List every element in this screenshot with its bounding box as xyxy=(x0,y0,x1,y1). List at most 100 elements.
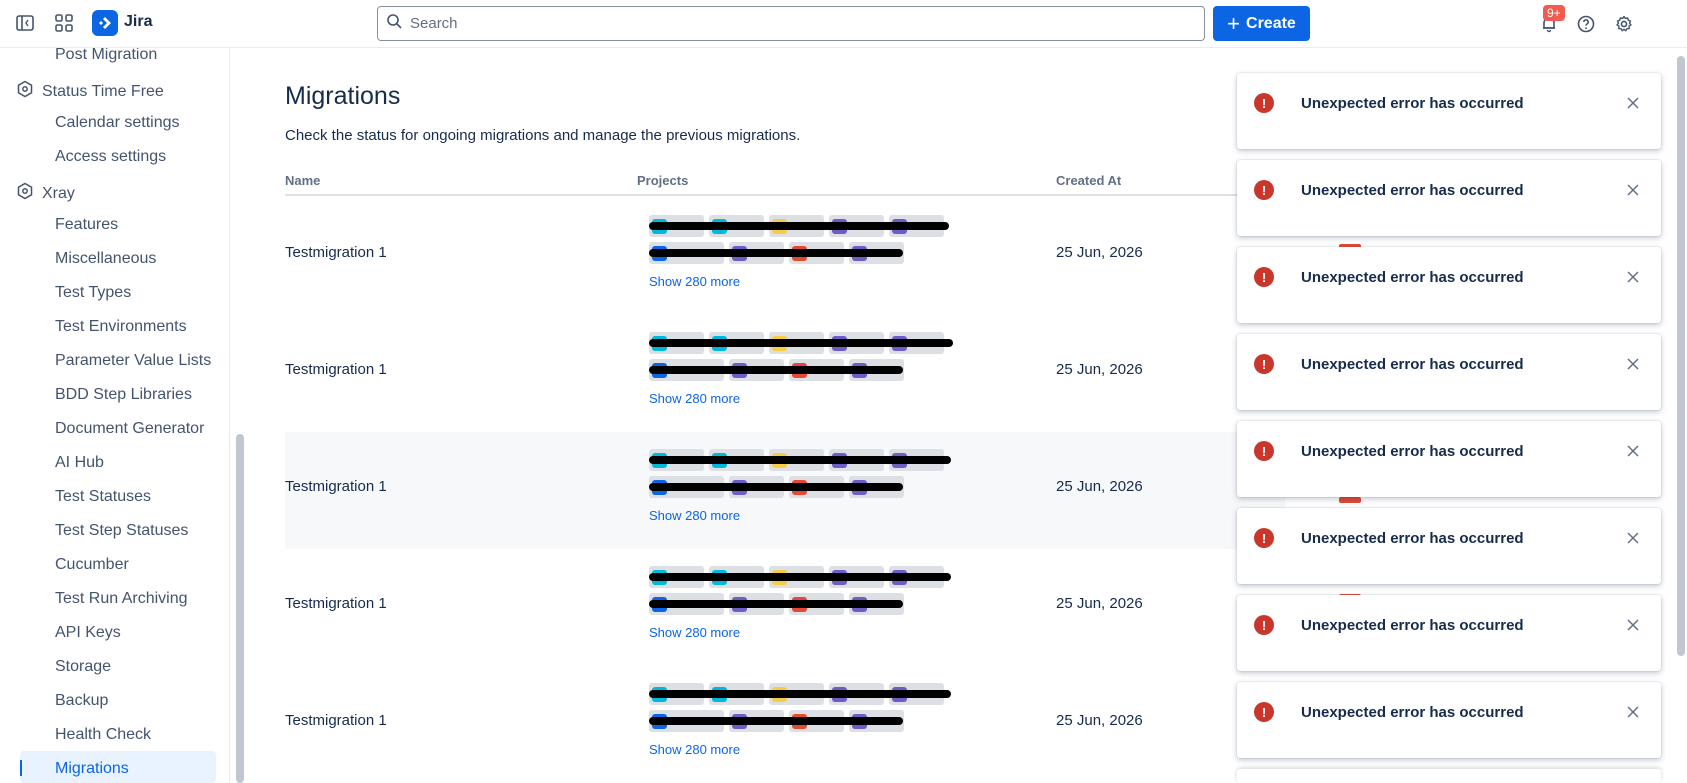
sidebar-item-backup[interactable]: Backup xyxy=(55,692,108,710)
column-header-projects[interactable]: Projects xyxy=(637,173,688,188)
project-chips xyxy=(649,683,951,737)
error-flag: ! Unexpected error has occurred xyxy=(1237,421,1661,497)
sidebar-item-bdd-step-libraries[interactable]: BDD Step Libraries xyxy=(55,386,192,404)
close-icon[interactable] xyxy=(1621,526,1645,550)
redaction-mark xyxy=(649,339,953,347)
redaction-mark xyxy=(649,366,903,374)
error-flag: ! Unexpected error has occurred xyxy=(1237,334,1661,410)
notification-badge: 9+ xyxy=(1543,5,1565,21)
redaction-mark xyxy=(649,573,951,581)
sidebar-group-status-time-free[interactable]: Status Time Free xyxy=(16,80,164,103)
error-message: Unexpected error has occurred xyxy=(1301,182,1524,199)
sidebar-item-parameter-value-lists[interactable]: Parameter Value Lists xyxy=(55,352,211,370)
table-row[interactable]: Testmigration 1 Show 280 more 25 Jun, 20… xyxy=(285,432,1285,549)
show-more-link[interactable]: Show 280 more xyxy=(649,742,740,757)
error-icon: ! xyxy=(1254,180,1274,200)
redaction-mark xyxy=(649,717,903,725)
error-flag: ! Unexpected error has occurred xyxy=(1237,508,1661,584)
sidebar-item-miscellaneous[interactable]: Miscellaneous xyxy=(55,250,156,268)
page-description: Check the status for ongoing migrations … xyxy=(285,127,801,144)
migration-name[interactable]: Testmigration 1 xyxy=(285,478,387,495)
sidebar-item-post-migration[interactable]: Post Migration xyxy=(55,48,157,64)
table-row[interactable]: Testmigration 1 Show 280 more 25 Jun, 20… xyxy=(285,198,1285,315)
project-chips xyxy=(649,566,951,620)
close-icon[interactable] xyxy=(1621,265,1645,289)
app-hexagon-icon xyxy=(16,182,34,205)
close-icon[interactable] xyxy=(1621,439,1645,463)
close-icon[interactable] xyxy=(1621,91,1645,115)
column-header-name[interactable]: Name xyxy=(285,173,320,188)
error-flag: ! Unexpected error has occurred xyxy=(1237,595,1661,671)
close-icon[interactable] xyxy=(1621,352,1645,376)
error-icon: ! xyxy=(1254,528,1274,548)
app-switcher-icon[interactable] xyxy=(50,9,78,37)
sidebar-item-document-generator[interactable]: Document Generator xyxy=(55,420,204,438)
show-more-link[interactable]: Show 280 more xyxy=(649,625,740,640)
app-name[interactable]: Jira xyxy=(124,13,152,31)
jira-logo-icon[interactable] xyxy=(92,10,118,36)
redaction-mark xyxy=(649,456,951,464)
sidebar-item-storage[interactable]: Storage xyxy=(55,658,111,676)
error-message: Unexpected error has occurred xyxy=(1301,95,1524,112)
sidebar-item-test-step-statuses[interactable]: Test Step Statuses xyxy=(55,522,188,540)
sidebar-item-features[interactable]: Features xyxy=(55,216,118,234)
sidebar-active-indicator xyxy=(20,760,22,776)
error-flag: ! Unexpected error has occurred xyxy=(1237,73,1661,149)
sidebar-item-cucumber[interactable]: Cucumber xyxy=(55,556,129,574)
created-at: 25 Jun, 2026 xyxy=(1056,478,1143,495)
error-icon: ! xyxy=(1254,93,1274,113)
error-message: Unexpected error has occurred xyxy=(1301,443,1524,460)
main-content: Migrations Check the status for ongoing … xyxy=(248,48,1687,783)
show-more-link[interactable]: Show 280 more xyxy=(649,508,740,523)
table-row[interactable]: Testmigration 1 Show 280 more 25 Jun, 20… xyxy=(285,315,1285,432)
sidebar-group-label: Xray xyxy=(42,184,75,202)
migration-name[interactable]: Testmigration 1 xyxy=(285,595,387,612)
redaction-mark xyxy=(649,483,903,491)
column-header-created-at[interactable]: Created At xyxy=(1056,173,1121,188)
sidebar-item-test-run-archiving[interactable]: Test Run Archiving xyxy=(55,590,188,608)
create-button-label: Create xyxy=(1246,14,1296,32)
error-icon: ! xyxy=(1254,267,1274,287)
help-icon[interactable] xyxy=(1572,10,1600,38)
show-more-link[interactable]: Show 280 more xyxy=(649,391,740,406)
create-button[interactable]: + Create xyxy=(1213,6,1310,41)
sidebar-group-xray[interactable]: Xray xyxy=(16,182,75,205)
redaction-mark xyxy=(649,222,949,230)
project-chips xyxy=(649,215,949,269)
sidebar-item-test-statuses[interactable]: Test Statuses xyxy=(55,488,151,506)
migration-name[interactable]: Testmigration 1 xyxy=(285,244,387,261)
settings-gear-icon[interactable] xyxy=(1610,10,1638,38)
search-box[interactable] xyxy=(377,6,1205,41)
table-row[interactable]: Testmigration 1 Show 280 more 25 Jun, 20… xyxy=(285,666,1285,783)
sidebar-item-health-check[interactable]: Health Check xyxy=(55,726,151,744)
close-icon[interactable] xyxy=(1621,700,1645,724)
sidebar-item-api-keys[interactable]: API Keys xyxy=(55,624,121,642)
sidebar-group-label: Status Time Free xyxy=(42,82,164,100)
table-row[interactable]: Testmigration 1 Show 280 more 25 Jun, 20… xyxy=(285,549,1285,666)
sidebar-item-test-environments[interactable]: Test Environments xyxy=(55,318,187,336)
close-icon[interactable] xyxy=(1621,613,1645,637)
error-message: Unexpected error has occurred xyxy=(1301,617,1524,634)
sidebar-item-test-types[interactable]: Test Types xyxy=(55,284,131,302)
migration-name[interactable]: Testmigration 1 xyxy=(285,712,387,729)
sidebar-item-ai-hub[interactable]: AI Hub xyxy=(55,454,104,472)
migration-name[interactable]: Testmigration 1 xyxy=(285,361,387,378)
table-header-divider xyxy=(285,194,1285,196)
error-message: Unexpected error has occurred xyxy=(1301,530,1524,547)
show-more-link[interactable]: Show 280 more xyxy=(649,274,740,289)
error-message: Unexpected error has occurred xyxy=(1301,356,1524,373)
sidebar-item-access-settings[interactable]: Access settings xyxy=(55,148,166,166)
sidebar-item-migrations[interactable]: Migrations xyxy=(55,760,129,778)
created-at: 25 Jun, 2026 xyxy=(1056,361,1143,378)
plus-icon: + xyxy=(1227,10,1241,36)
sidebar-toggle-icon[interactable] xyxy=(11,9,39,37)
redaction-mark xyxy=(649,249,903,257)
page-scrollbar[interactable] xyxy=(1677,56,1685,656)
created-at: 25 Jun, 2026 xyxy=(1056,244,1143,261)
sidebar-item-calendar-settings[interactable]: Calendar settings xyxy=(55,114,180,132)
search-input[interactable] xyxy=(410,15,1190,32)
error-flag-partial xyxy=(1237,769,1661,783)
close-icon[interactable] xyxy=(1621,178,1645,202)
sidebar-scrollbar[interactable] xyxy=(236,434,244,783)
error-message: Unexpected error has occurred xyxy=(1301,704,1524,721)
